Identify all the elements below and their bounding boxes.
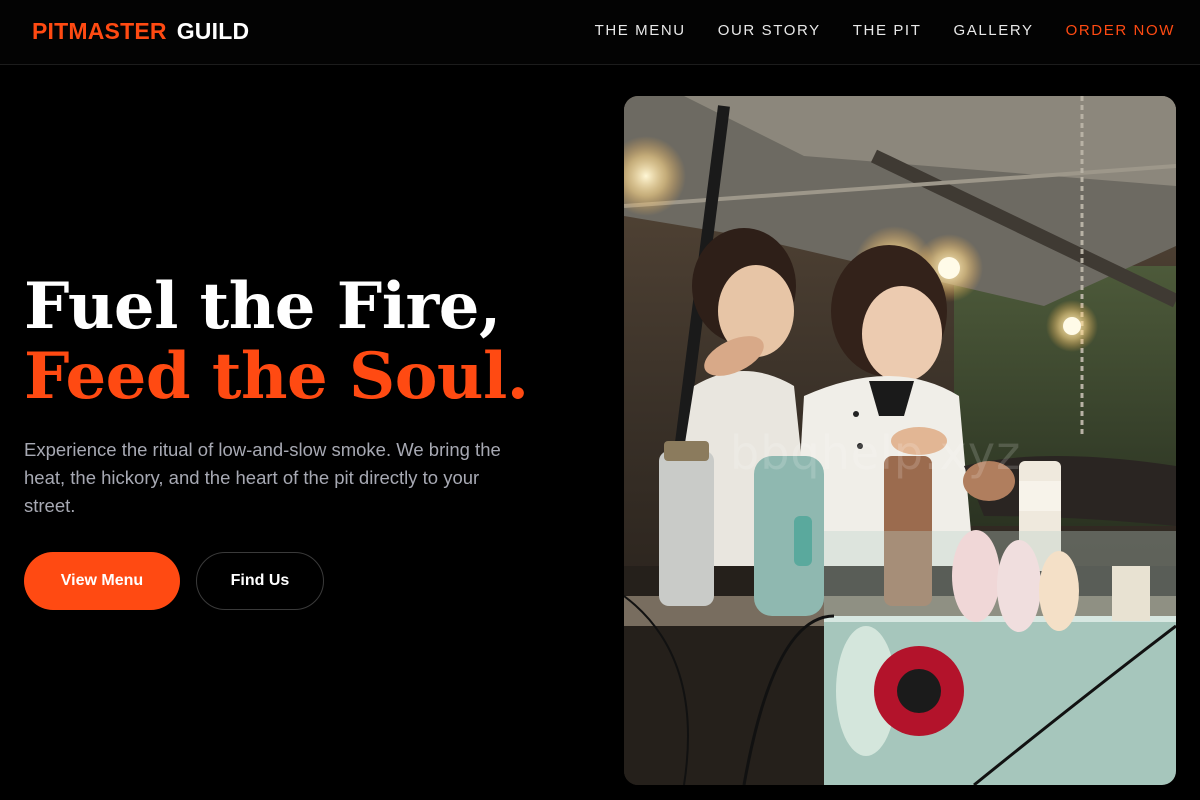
nav-item-our-story[interactable]: OUR STORY [718,22,821,39]
headline-line-2: Feed the Soul. [24,339,529,414]
site-logo[interactable]: PITMASTER GUILD [32,18,249,45]
find-us-button[interactable]: Find Us [196,552,324,610]
hero-headline: Fuel the Fire, Feed the Soul. [24,272,584,412]
logo-brand-secondary: GUILD [176,18,250,44]
photo-watermark: bbqhelp.xyz [730,426,1022,480]
hero-section: Fuel the Fire, Feed the Soul. Experience… [24,272,584,610]
nav-item-the-pit[interactable]: THE PIT [853,22,922,39]
site-header: PITMASTER GUILD THE MENU OUR STORY THE PI… [0,0,1200,65]
logo-brand-primary: PITMASTER [32,18,167,44]
headline-line-1: Fuel the Fire, [24,269,501,344]
hero-photo: bbqhelp.xyz [624,96,1176,785]
nav-item-menu[interactable]: THE MENU [595,22,686,39]
main-nav: THE MENU OUR STORY THE PIT GALLERY ORDER… [595,22,1175,39]
hero-description: Experience the ritual of low-and-slow sm… [24,439,501,516]
nav-item-order-now[interactable]: ORDER NOW [1066,22,1175,39]
nav-item-gallery[interactable]: GALLERY [953,22,1033,39]
view-menu-button[interactable]: View Menu [24,552,180,610]
hero-actions: View Menu Find Us [24,552,584,610]
